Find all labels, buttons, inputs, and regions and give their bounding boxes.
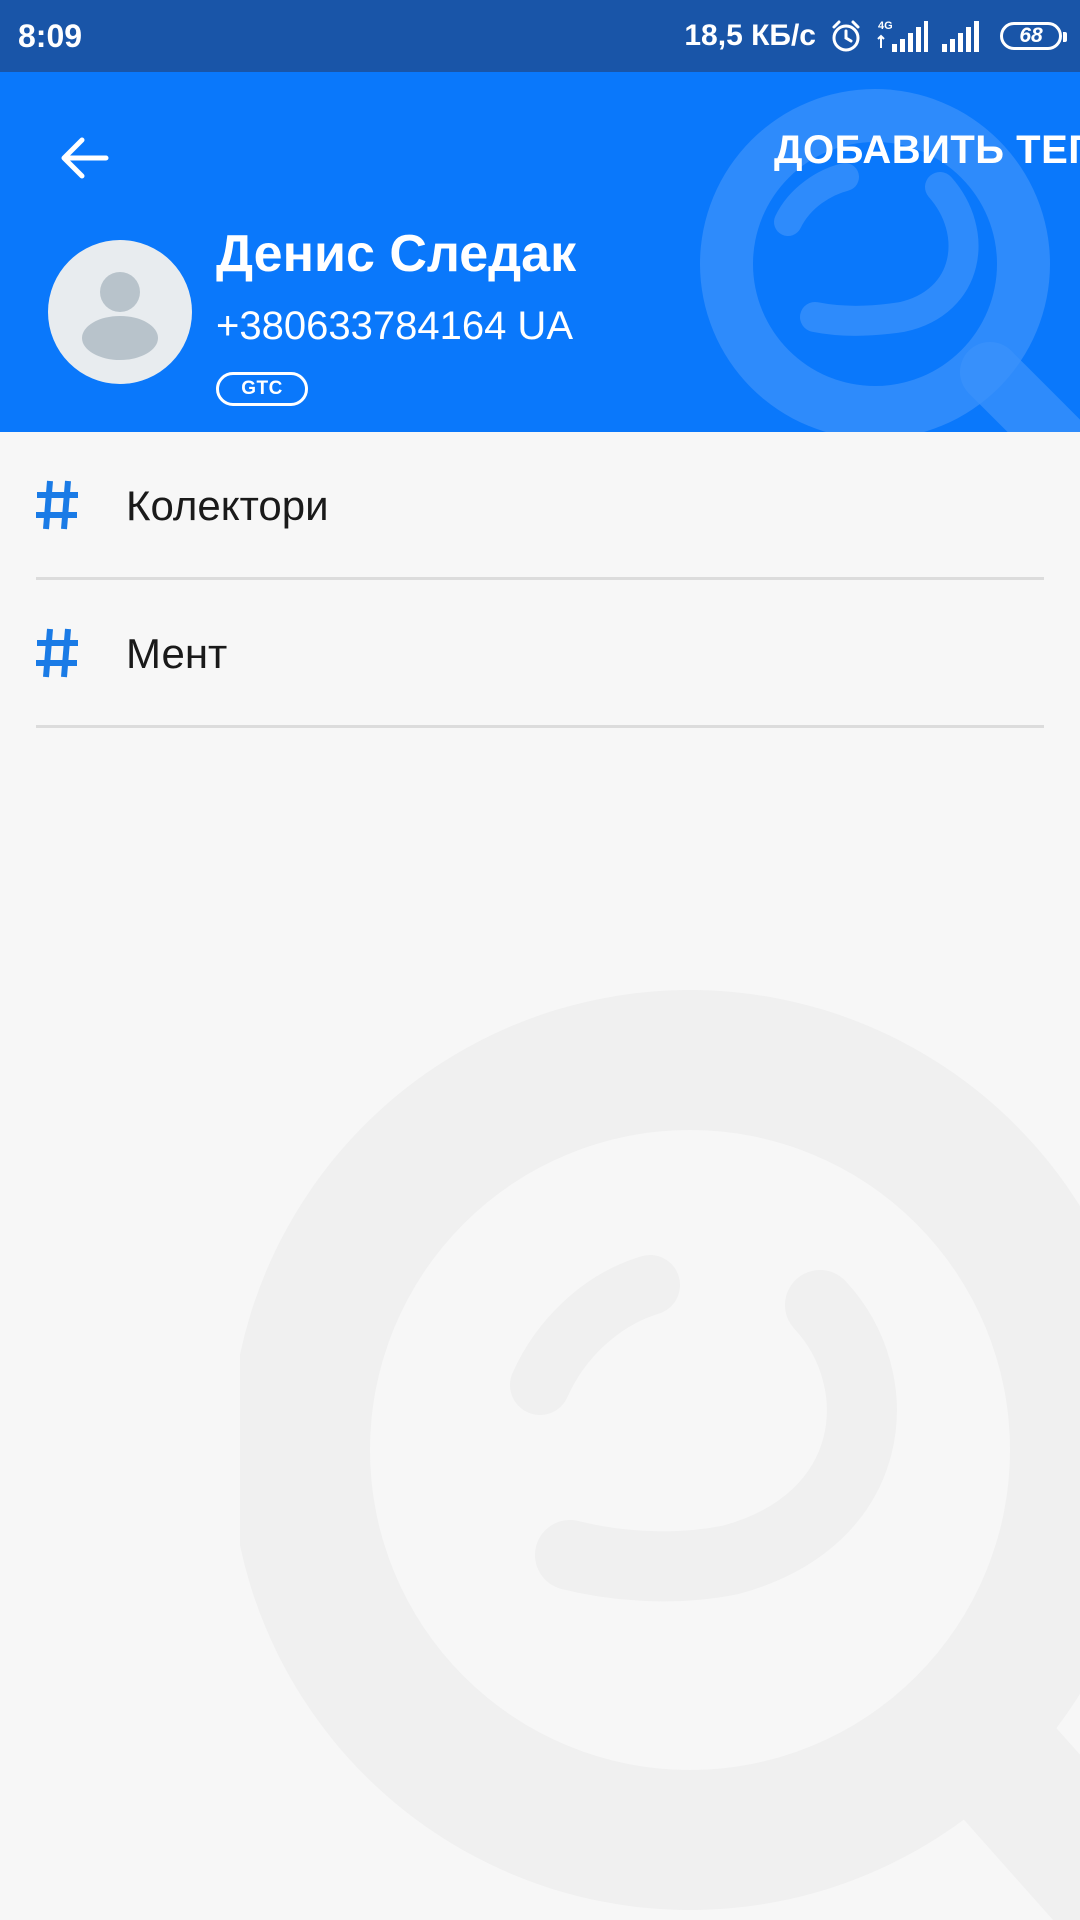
hashtag-icon — [36, 628, 78, 678]
operator-badge-label: GTC — [241, 378, 283, 399]
screen: 8:09 18,5 КБ/с 4G 68 ДОБАВИТЬ ТЕГ Денис … — [0, 0, 1080, 1920]
person-placeholder-icon — [82, 272, 158, 360]
add-tag-button[interactable]: ДОБАВИТЬ ТЕГ — [774, 120, 1080, 180]
battery-icon: 68 — [1000, 22, 1067, 50]
contact-header: ДОБАВИТЬ ТЕГ Денис Следак +380633784164 … — [0, 72, 1080, 432]
tag-label: Мент — [126, 630, 228, 677]
signal-icon — [942, 21, 979, 52]
tag-label: Колектори — [126, 482, 329, 529]
network-speed: 18,5 КБ/с — [684, 19, 816, 52]
network-type-label: 4G — [878, 20, 893, 32]
status-time: 8:09 — [18, 18, 83, 54]
alarm-icon — [832, 20, 860, 52]
status-bar: 8:09 18,5 КБ/с 4G 68 — [0, 0, 1080, 72]
list-item[interactable]: Мент — [0, 580, 1080, 728]
app-logo-watermark-large — [240, 990, 1080, 1920]
divider — [36, 725, 1044, 728]
contact-phone: +380633784164 UA — [216, 304, 573, 348]
operator-badge: GTC — [216, 372, 308, 406]
battery-level: 68 — [1019, 24, 1043, 47]
avatar[interactable] — [48, 240, 192, 384]
signal-4g-icon: 4G — [877, 20, 928, 52]
hashtag-icon — [36, 480, 78, 530]
back-button[interactable] — [48, 122, 120, 194]
battery-tip — [1063, 32, 1067, 42]
status-indicators: 18,5 КБ/с 4G 68 — [684, 14, 1067, 58]
arrow-back-icon — [61, 137, 109, 179]
contact-name: Денис Следак — [216, 225, 577, 283]
tag-list: Колектори Мент — [0, 432, 1080, 728]
list-item[interactable]: Колектори — [0, 432, 1080, 580]
